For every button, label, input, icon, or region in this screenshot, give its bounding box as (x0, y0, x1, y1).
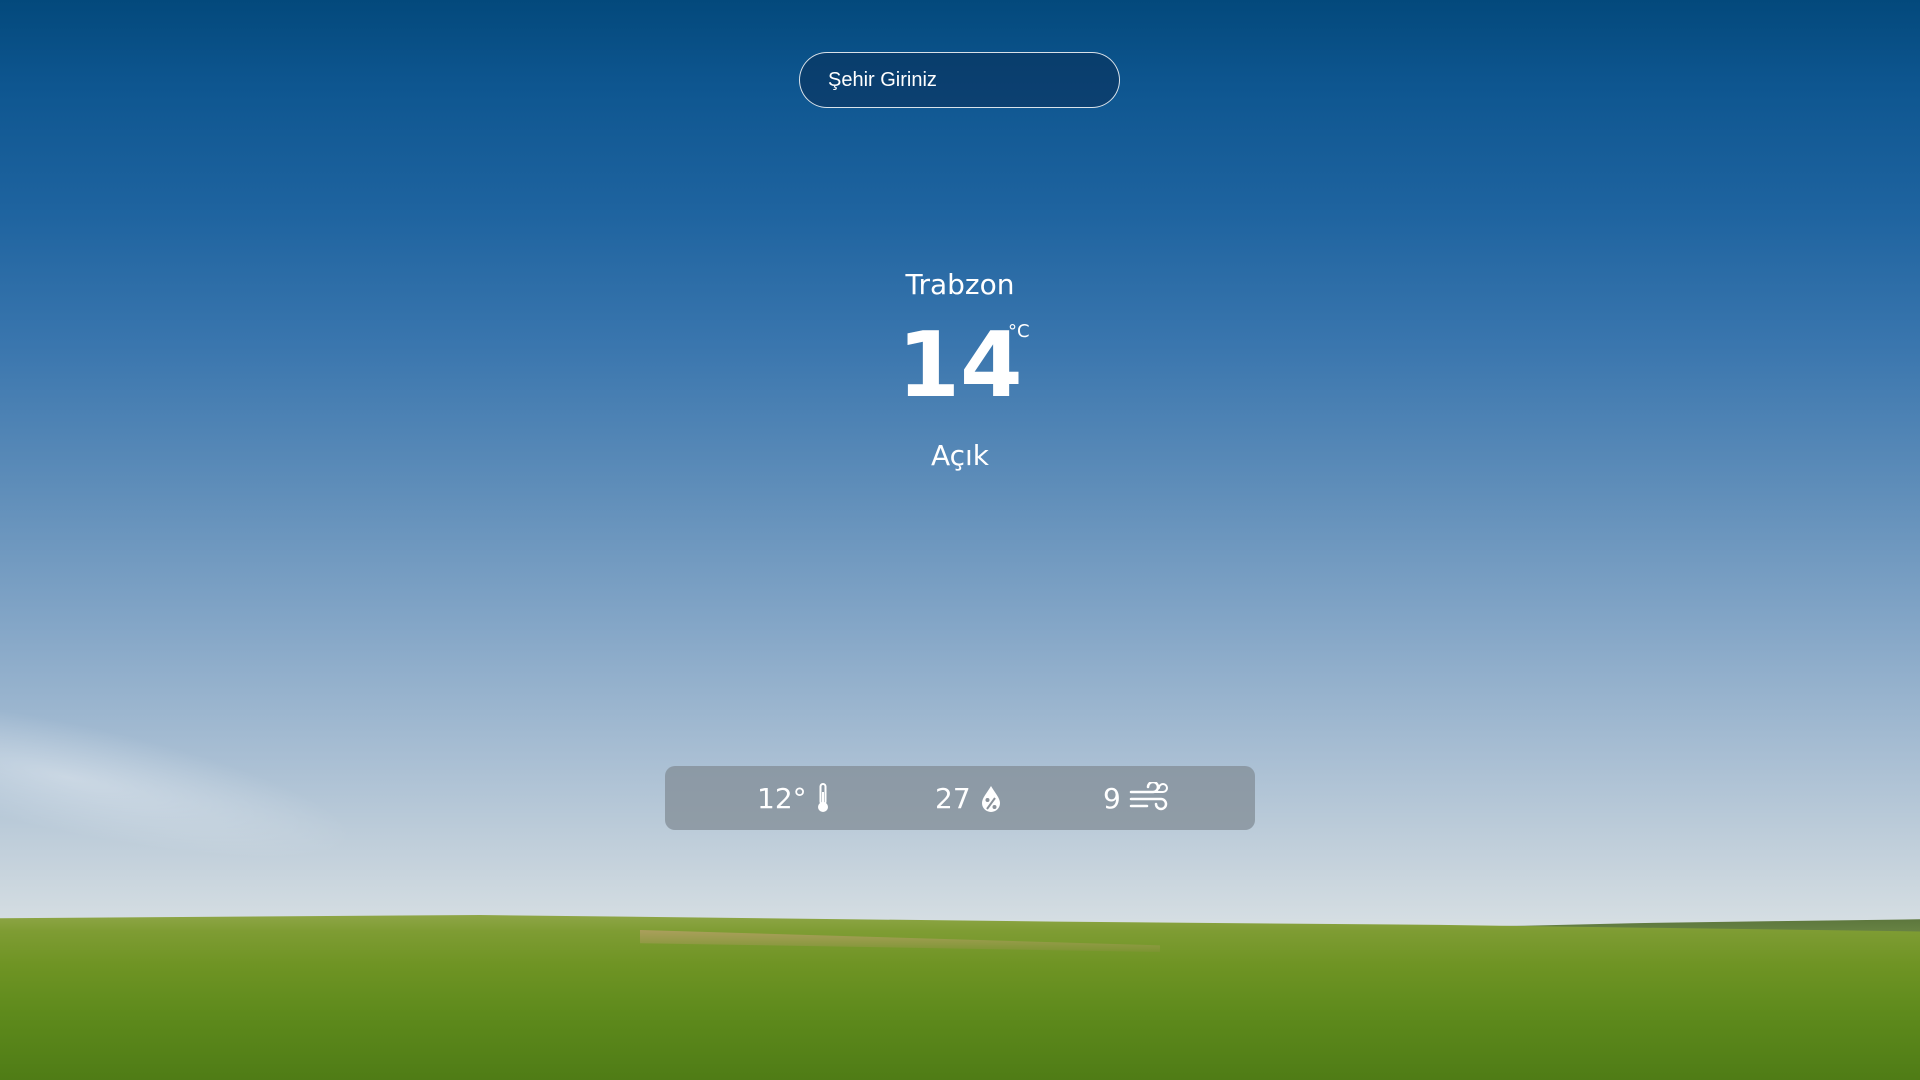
weather-condition: Açık (930, 439, 990, 472)
search-box[interactable] (799, 52, 1120, 108)
city-search-input[interactable] (828, 68, 1119, 92)
wind-stat: 9 (1103, 766, 1169, 830)
current-weather: Trabzon 14 °C Açık (760, 268, 1160, 472)
temperature-row: 14 °C (760, 311, 1160, 421)
humidity-value: 27 (935, 781, 971, 815)
temperature-unit: °C (1008, 321, 1030, 342)
feels-like-value: 12° (757, 781, 807, 815)
thermometer-icon (817, 783, 828, 812)
city-name: Trabzon (905, 268, 1015, 301)
temperature-value: 14 (897, 313, 1023, 418)
background-scene: Trabzon 14 °C Açık 12° 27 9 (0, 0, 1920, 1080)
cloud (0, 697, 367, 893)
humidity-stat: 27 (935, 766, 1003, 830)
weather-stats-bar: 12° 27 9 (665, 766, 1255, 830)
feels-like-stat: 12° (757, 766, 831, 830)
wind-icon (1129, 782, 1168, 811)
humidity-drop-icon (981, 786, 1000, 812)
wind-value: 9 (1103, 781, 1121, 815)
